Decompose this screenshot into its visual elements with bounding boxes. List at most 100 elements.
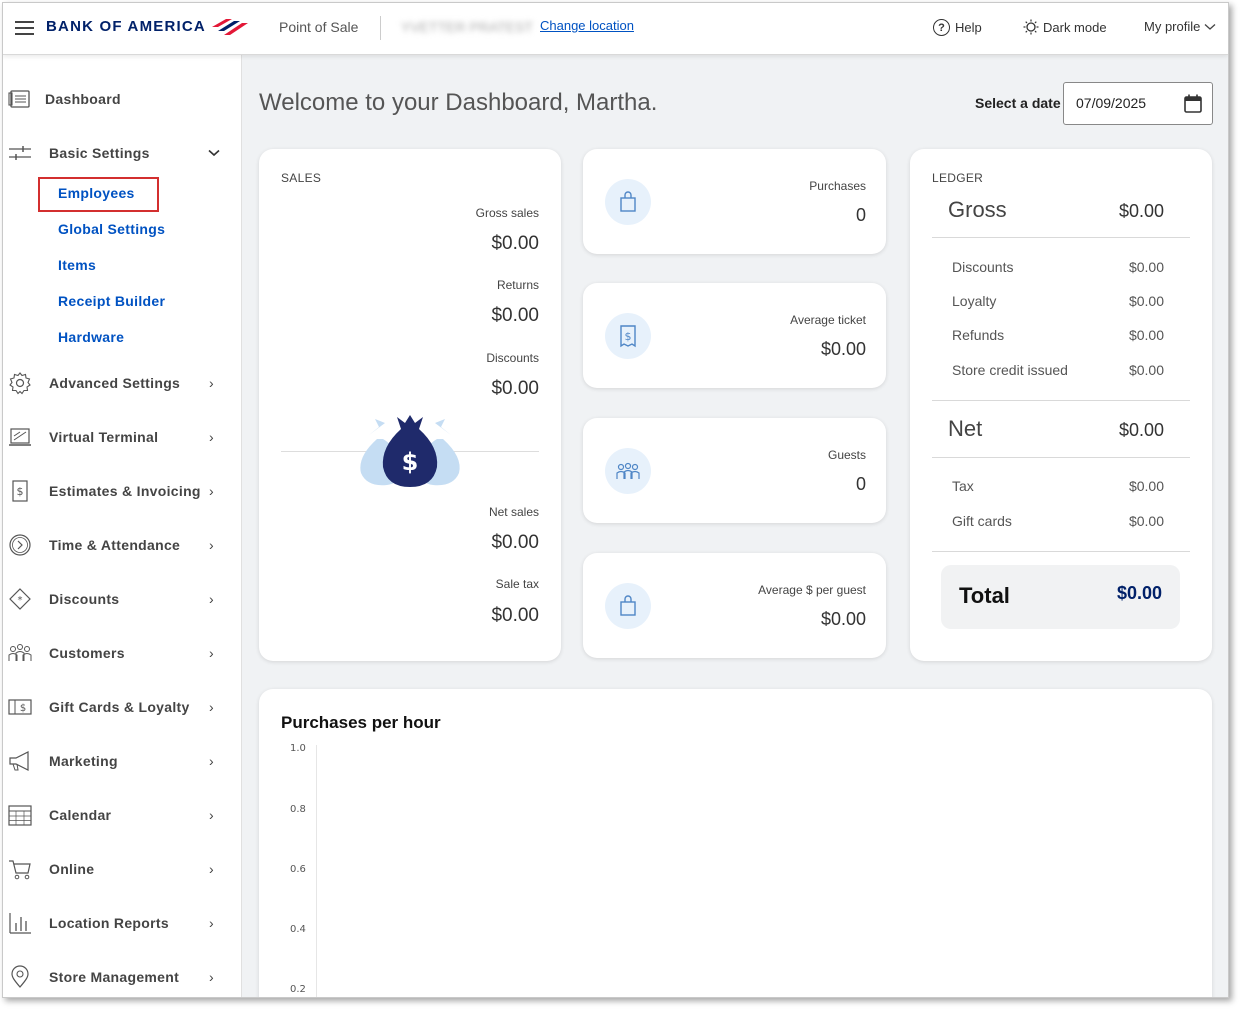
sidebar-label: Location Reports xyxy=(49,915,169,931)
chevron-right-icon: › xyxy=(209,861,214,877)
chevron-right-icon: › xyxy=(209,591,214,607)
sidebar-item-basic-settings[interactable]: Basic Settings xyxy=(3,136,242,170)
chevron-right-icon: › xyxy=(209,699,214,715)
profile-menu[interactable]: My profile xyxy=(1144,19,1216,34)
returns-label: Returns xyxy=(496,278,539,292)
sidebar-item-marketing[interactable]: Marketing › xyxy=(3,744,242,778)
stat-value: $0.00 xyxy=(820,339,866,359)
svg-text:$: $ xyxy=(17,485,24,498)
sidebar-label: Discounts xyxy=(49,591,120,607)
ledger-row-value: $0.00 xyxy=(1128,327,1164,343)
sidebar-item-location-reports[interactable]: Location Reports › xyxy=(3,906,242,940)
sidebar-item-estimates-invoicing[interactable]: $ Estimates & Invoicing › xyxy=(3,474,242,508)
sidebar-item-customers[interactable]: Customers › xyxy=(3,636,242,670)
chevron-down-icon xyxy=(1204,23,1216,30)
ledger-divider xyxy=(932,457,1190,458)
ledger-net-label: Net xyxy=(948,416,983,441)
purchases-card: Purchases 0 xyxy=(583,149,886,254)
bank-logo[interactable]: BANK OF AMERICA xyxy=(46,17,248,35)
menu-icon[interactable] xyxy=(15,21,34,35)
sidebar-label: Advanced Settings xyxy=(49,375,181,391)
sidebar-label: Dashboard xyxy=(45,91,121,107)
ledger-gross-label: Gross xyxy=(948,197,1007,222)
app-window: BANK OF AMERICA Point of Sale YVETTER PR… xyxy=(2,2,1229,998)
svg-text:$: $ xyxy=(402,448,419,476)
sidebar-item-store-management[interactable]: Store Management › xyxy=(3,960,242,994)
header-divider xyxy=(380,16,381,40)
y-tick-label: 0.4 xyxy=(290,924,306,935)
page-title: Welcome to your Dashboard, Martha. xyxy=(259,89,658,116)
sidebar-item-online[interactable]: Online › xyxy=(3,852,242,886)
sidebar-label: Gift Cards & Loyalty xyxy=(49,699,190,715)
gift-card-icon: $ xyxy=(8,699,32,715)
ledger-gross-value: $0.00 xyxy=(1118,201,1164,221)
sidebar-item-advanced-settings[interactable]: Advanced Settings › xyxy=(3,366,242,400)
y-tick-label: 0.2 xyxy=(290,984,306,995)
sub-item-global-settings[interactable]: Global Settings xyxy=(58,221,165,237)
chevron-right-icon: › xyxy=(209,645,214,661)
logo-text: BANK OF AMERICA xyxy=(46,17,206,35)
chevron-right-icon: › xyxy=(209,753,214,769)
net-sales-value: $0.00 xyxy=(491,532,539,553)
date-input[interactable]: 07/09/2025 xyxy=(1063,82,1213,125)
sidebar-label: Estimates & Invoicing xyxy=(49,483,201,499)
gear-icon xyxy=(9,372,31,395)
ledger-row-label: Discounts xyxy=(952,259,1014,275)
sidebar-item-time-attendance[interactable]: Time & Attendance › xyxy=(3,528,242,562)
ledger-row-value: $0.00 xyxy=(1128,362,1164,378)
sidebar-label: Calendar xyxy=(49,807,112,823)
sub-item-items[interactable]: Items xyxy=(58,257,96,273)
clock-icon xyxy=(9,534,31,556)
svg-text:*: * xyxy=(18,595,23,606)
sub-item-receipt-builder[interactable]: Receipt Builder xyxy=(58,293,165,309)
purchases-per-hour-chart: Purchases per hour 1.0 0.8 0.6 0.4 0.2 xyxy=(259,689,1212,997)
ledger-card: LEDGER Gross $0.00 Discounts $0.00 Loyal… xyxy=(910,149,1212,661)
stat-value: $0.00 xyxy=(820,609,866,629)
sidebar-item-virtual-terminal[interactable]: Virtual Terminal › xyxy=(3,420,242,454)
help-button[interactable]: ? Help xyxy=(933,19,982,36)
change-location-link[interactable]: Change location xyxy=(540,18,634,33)
sidebar: Dashboard Basic Settings Employees Globa… xyxy=(3,55,242,997)
date-value: 07/09/2025 xyxy=(1076,95,1147,111)
stat-label: Average ticket xyxy=(790,313,866,327)
returns-value: $0.00 xyxy=(491,305,539,326)
ledger-row: Gift cards $0.00 xyxy=(952,513,1164,529)
sun-icon xyxy=(1023,19,1039,35)
ledger-total-box: Total $0.00 xyxy=(941,565,1180,629)
invoice-icon: $ xyxy=(12,480,28,502)
discounts-label: Discounts xyxy=(486,351,539,365)
ledger-row-label: Gift cards xyxy=(952,513,1012,529)
tag-icon: * xyxy=(9,588,31,610)
ledger-row: Tax $0.00 xyxy=(952,478,1164,494)
flag-logo-icon xyxy=(211,19,248,35)
sidebar-item-discounts[interactable]: * Discounts › xyxy=(3,582,242,616)
chart-title: Purchases per hour xyxy=(281,713,441,732)
location-pin-icon xyxy=(11,965,29,988)
ledger-divider xyxy=(932,237,1190,238)
sub-item-hardware[interactable]: Hardware xyxy=(58,329,124,345)
sidebar-item-calendar[interactable]: Calendar › xyxy=(3,798,242,832)
chevron-right-icon: › xyxy=(209,807,214,823)
sidebar-item-dashboard[interactable]: Dashboard xyxy=(3,82,242,116)
calendar-icon[interactable] xyxy=(1184,94,1202,113)
dashboard-icon xyxy=(8,90,30,108)
svg-text:$: $ xyxy=(625,330,632,343)
chevron-down-icon xyxy=(208,149,220,157)
ledger-row: Discounts $0.00 xyxy=(952,259,1164,275)
dark-mode-toggle[interactable]: Dark mode xyxy=(1023,19,1107,35)
sidebar-label: Online xyxy=(49,861,95,877)
people-icon xyxy=(8,644,32,661)
stat-label: Purchases xyxy=(809,179,866,193)
location-name: YVETTER PRATEST xyxy=(401,19,533,35)
sub-item-employees[interactable]: Employees xyxy=(58,185,135,201)
chevron-right-icon: › xyxy=(209,537,214,553)
help-label: Help xyxy=(955,20,982,35)
gross-sales-label: Gross sales xyxy=(475,206,539,220)
money-bag-icon: $ xyxy=(360,415,460,487)
ledger-row-label: Loyalty xyxy=(952,293,997,309)
ledger-row-value: $0.00 xyxy=(1128,259,1164,275)
ledger-total-value: $0.00 xyxy=(1116,583,1162,603)
sidebar-item-gift-cards-loyalty[interactable]: $ Gift Cards & Loyalty › xyxy=(3,690,242,724)
ledger-heading: LEDGER xyxy=(932,171,984,185)
ledger-row: Refunds $0.00 xyxy=(952,327,1164,343)
